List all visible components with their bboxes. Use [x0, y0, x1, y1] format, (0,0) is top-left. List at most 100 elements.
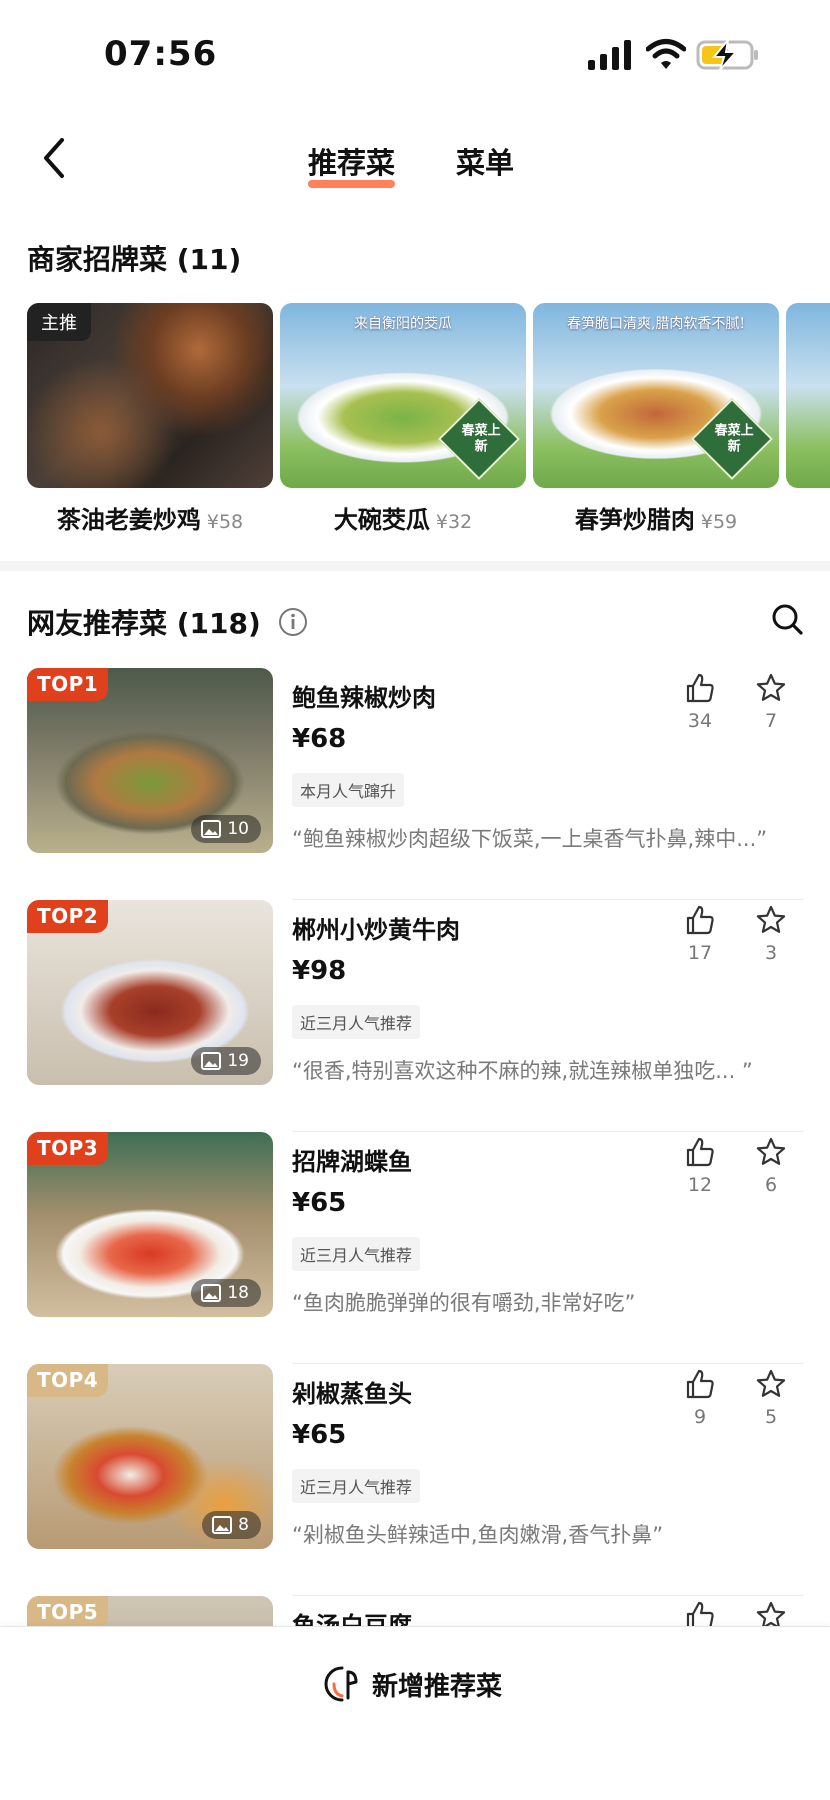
- dish-list-item[interactable]: TOP2 19 郴州小炒黄牛肉 ¥98 近三月人气推荐 “很香,特别喜欢这种不麻…: [0, 900, 830, 1132]
- like-button[interactable]: 12: [681, 1136, 719, 1196]
- rank-badge: TOP2: [27, 900, 109, 933]
- signature-card[interactable]: 来自衡阳的茭瓜 春菜上新 大碗茭瓜 ¥32: [280, 303, 526, 533]
- tab-label: 推荐菜: [308, 146, 396, 180]
- image-count[interactable]: 19: [191, 1047, 261, 1075]
- image-count[interactable]: 10: [191, 815, 261, 843]
- status-bar: 07:56: [0, 0, 830, 110]
- favorite-count: 5: [764, 1406, 778, 1428]
- tab-menu[interactable]: 菜单: [456, 140, 514, 182]
- rank-badge: TOP1: [27, 668, 109, 701]
- rank-badge: TOP4: [27, 1364, 109, 1397]
- like-button[interactable]: 9: [681, 1368, 719, 1428]
- dish-photo: TOP3 18: [27, 1132, 273, 1317]
- dish-name: 剁椒蒸鱼头: [292, 1380, 412, 1408]
- favorite-count: 6: [764, 1174, 778, 1196]
- dish-price: ¥98: [292, 956, 347, 986]
- dish-list-item[interactable]: TOP4 8 剁椒蒸鱼头 ¥65 近三月人气推荐 “剁椒鱼头鲜辣适中,鱼肉嫩滑,…: [0, 1364, 830, 1596]
- favorite-button[interactable]: 5: [752, 1368, 790, 1428]
- back-arrow-icon[interactable]: [36, 134, 76, 182]
- info-icon[interactable]: [278, 607, 308, 637]
- add-recommended-dish-button[interactable]: 新增推荐菜: [322, 1659, 502, 1709]
- featured-badge: 主推: [27, 303, 91, 341]
- favorite-count: 7: [764, 710, 778, 732]
- dish-price: ¥68: [292, 724, 347, 754]
- favorite-button[interactable]: 6: [752, 1136, 790, 1196]
- dish-photo: TOP2 19: [27, 900, 273, 1085]
- tab-recommended[interactable]: 推荐菜: [308, 140, 396, 188]
- dish-price: ¥32: [435, 511, 473, 533]
- dish-name: 大碗茭瓜: [333, 506, 430, 533]
- add-dish-icon: [324, 1666, 358, 1702]
- popularity-tag: 近三月人气推荐: [292, 1237, 421, 1271]
- image-icon: [201, 1284, 222, 1302]
- signature-card[interactable]: 春笋脆口清爽,腊肉软香不腻! 春菜上新 春笋炒腊肉 ¥59: [533, 303, 779, 533]
- review-quote: “鱼肉脆脆弹弹的很有嚼劲,非常好吃”: [292, 1291, 636, 1315]
- active-tab-indicator: [308, 180, 396, 188]
- signature-carousel[interactable]: 主推 茶油老姜炒鸡 ¥58 来自衡阳的茭瓜 春菜上新 大碗茭瓜 ¥32 春笋脆口清爽…: [27, 303, 830, 533]
- signature-dish-label: 大碗茭瓜 ¥32: [280, 500, 526, 533]
- image-icon: [201, 820, 222, 838]
- section-divider: [0, 561, 830, 571]
- wifi-icon: [646, 39, 686, 69]
- dish-photo: [786, 303, 830, 488]
- popularity-tag: 近三月人气推荐: [292, 1005, 421, 1039]
- dish-price: ¥59: [700, 511, 738, 533]
- dish-price: ¥65: [292, 1420, 347, 1450]
- star-icon: [756, 1369, 786, 1397]
- favorite-button[interactable]: 3: [752, 904, 790, 964]
- spring-new-tag: 春菜上新: [690, 397, 774, 481]
- star-icon: [756, 905, 786, 933]
- popularity-tag: 近三月人气推荐: [292, 1469, 421, 1503]
- dish-name: 郴州小炒黄牛肉: [292, 916, 460, 944]
- dish-photo: 来自衡阳的茭瓜 春菜上新: [280, 303, 526, 488]
- like-count: 12: [687, 1174, 713, 1196]
- like-button[interactable]: 17: [681, 904, 719, 964]
- header: 推荐菜 菜单: [0, 120, 830, 200]
- favorite-button[interactable]: 7: [752, 672, 790, 732]
- review-quote: “剁椒鱼头鲜辣适中,鱼肉嫩滑,香气扑鼻”: [292, 1523, 664, 1547]
- cellular-signal-icon: [588, 40, 631, 70]
- signature-section-title: 商家招牌菜 (11): [27, 243, 242, 276]
- status-time: 07:56: [104, 34, 218, 74]
- review-quote: “鲍鱼辣椒炒肉超级下饭菜,一上桌香气扑鼻,辣中...”: [292, 827, 768, 851]
- dish-price: ¥58: [206, 511, 244, 533]
- signature-dish-label: 春笋炒腊肉 ¥59: [533, 500, 779, 533]
- dish-list-item[interactable]: TOP1 10 鲍鱼辣椒炒肉 ¥68 本月人气蹿升 “鲍鱼辣椒炒肉超级下饭菜,一…: [0, 668, 830, 900]
- rank-badge: TOP3: [27, 1132, 109, 1165]
- image-icon: [212, 1516, 233, 1534]
- search-icon[interactable]: [770, 602, 804, 636]
- like-count: 34: [687, 710, 713, 732]
- image-icon: [201, 1052, 222, 1070]
- thumbs-up-icon: [686, 1369, 714, 1399]
- signature-card[interactable]: 主推 茶油老姜炒鸡 ¥58: [27, 303, 273, 533]
- dish-name: 招牌湖蝶鱼: [292, 1148, 412, 1176]
- photo-caption: 春笋脆口清爽,腊肉软香不腻!: [566, 316, 746, 332]
- thumbs-up-icon: [686, 1137, 714, 1167]
- like-count: 9: [693, 1406, 707, 1428]
- dish-photo: TOP1 10: [27, 668, 273, 853]
- like-count: 17: [687, 942, 713, 964]
- dish-photo: 春笋脆口清爽,腊肉软香不腻! 春菜上新: [533, 303, 779, 488]
- spring-new-tag: 春菜上新: [437, 397, 521, 481]
- like-button[interactable]: 34: [681, 672, 719, 732]
- add-button-label: 新增推荐菜: [372, 1671, 503, 1702]
- rank-badge: TOP5: [27, 1596, 109, 1629]
- dish-name: 茶油老姜炒鸡: [56, 506, 201, 533]
- photo-caption: 来自衡阳的茭瓜: [354, 316, 452, 332]
- image-count[interactable]: 18: [191, 1279, 261, 1307]
- signature-dish-label: 茶油老姜炒鸡 ¥58: [27, 500, 273, 533]
- popularity-tag: 本月人气蹿升: [292, 773, 405, 807]
- battery-charging-icon: [696, 38, 758, 71]
- thumbs-up-icon: [686, 673, 714, 703]
- dish-photo: 主推: [27, 303, 273, 488]
- dish-name: 春笋炒腊肉: [574, 506, 695, 533]
- dish-list-item[interactable]: TOP3 18 招牌湖蝶鱼 ¥65 近三月人气推荐 “鱼肉脆脆弹弹的很有嚼劲,非…: [0, 1132, 830, 1364]
- dish-price: ¥65: [292, 1188, 347, 1218]
- dish-name: 鲍鱼辣椒炒肉: [292, 684, 436, 712]
- star-icon: [756, 1137, 786, 1165]
- favorite-count: 3: [764, 942, 778, 964]
- image-count[interactable]: 8: [202, 1511, 261, 1539]
- thumbs-up-icon: [686, 905, 714, 935]
- signature-card-partial[interactable]: [786, 303, 830, 488]
- tab-label: 菜单: [456, 146, 515, 180]
